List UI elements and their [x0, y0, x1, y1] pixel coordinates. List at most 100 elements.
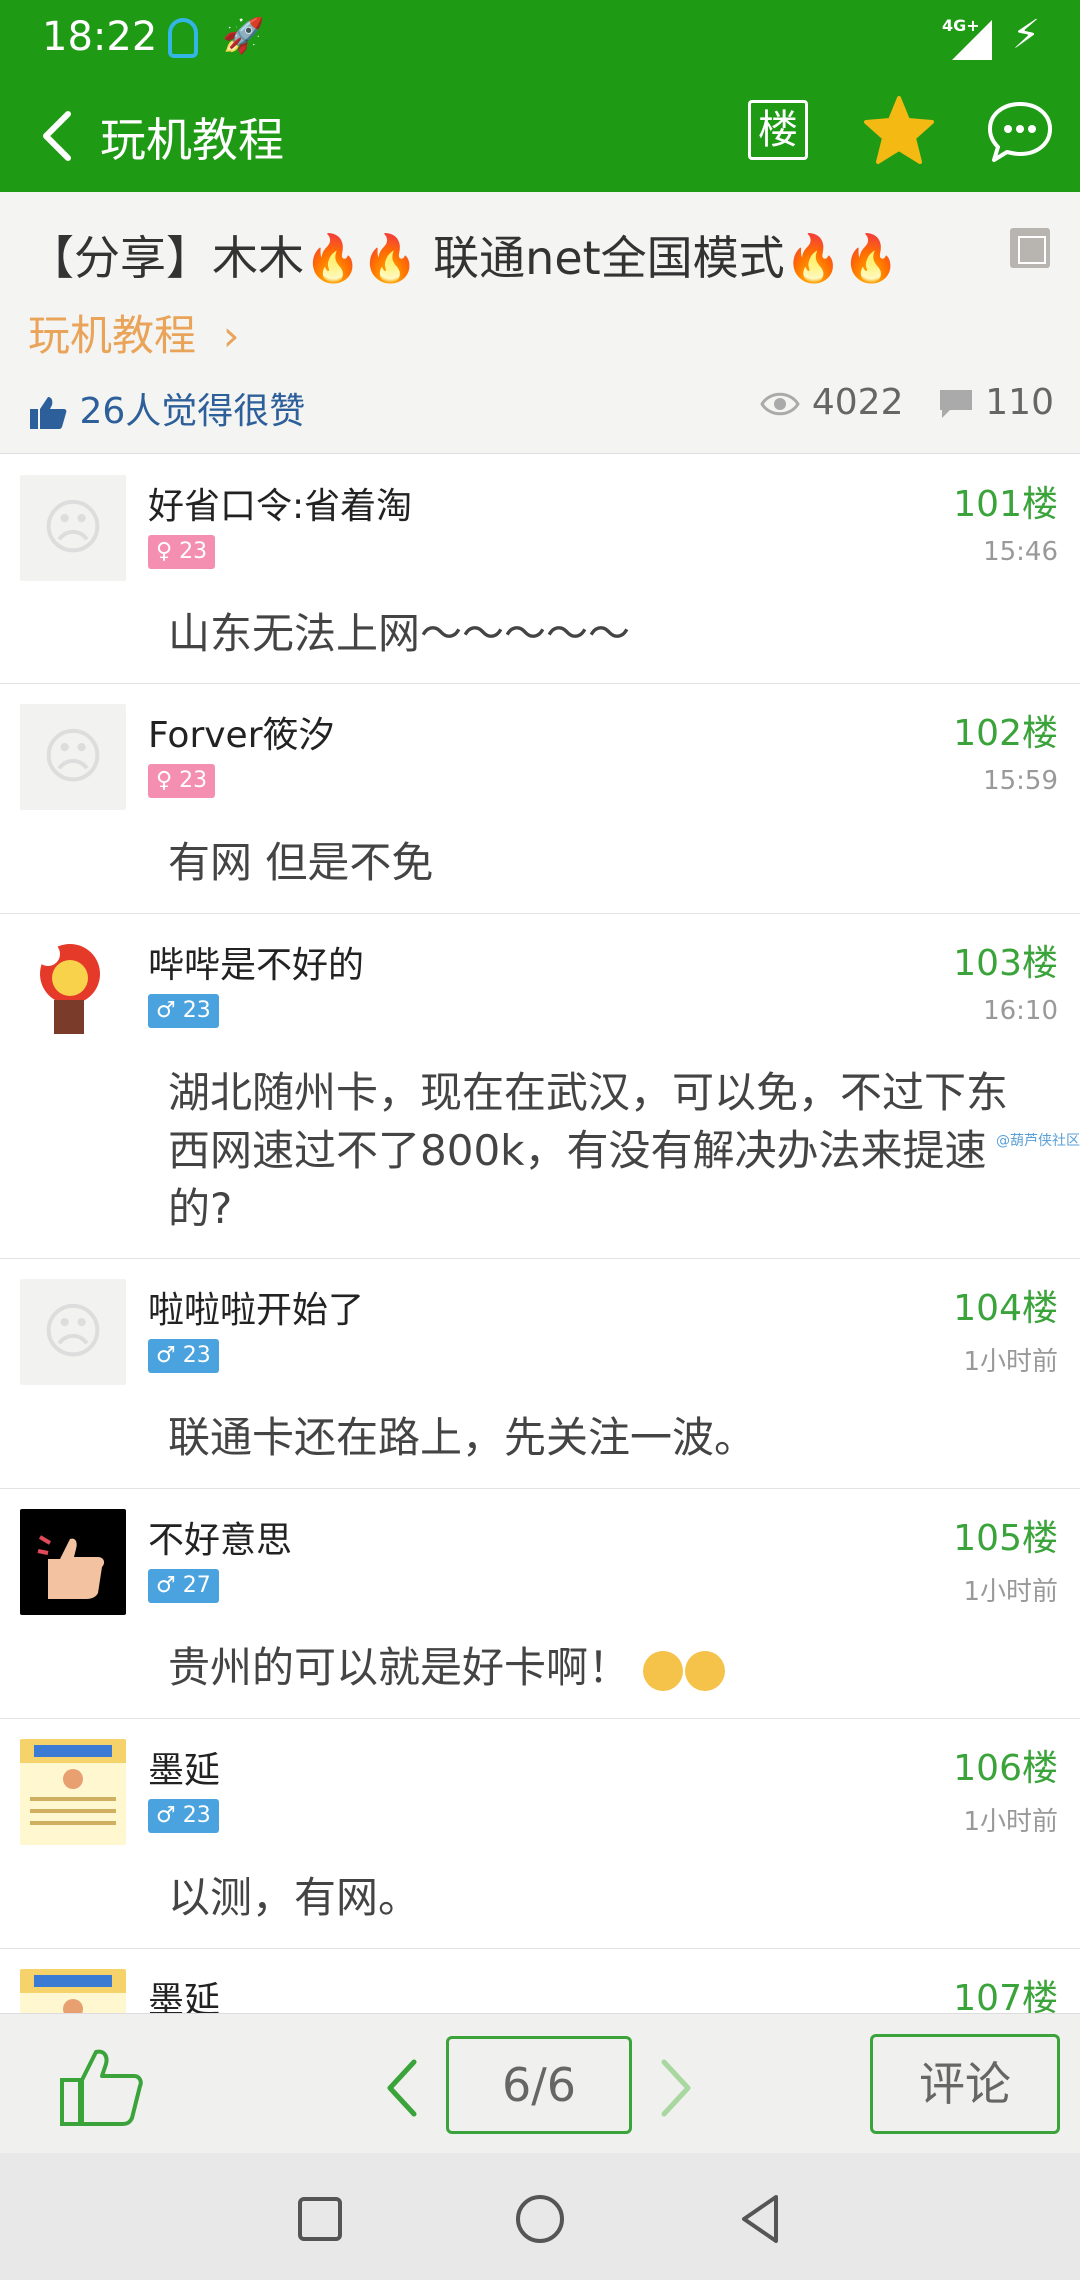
page-indicator[interactable]: 6/6 — [446, 2036, 632, 2134]
avatar[interactable] — [20, 934, 126, 1040]
recent-apps-button[interactable] — [298, 2197, 342, 2241]
image-icon[interactable] — [1010, 228, 1050, 268]
avatar[interactable] — [20, 1279, 126, 1385]
avatar[interactable] — [20, 475, 126, 581]
reply-item: 墨延 107楼 — [0, 1949, 1080, 2013]
reply-text: 贵州的可以就是好卡啊！ — [168, 1639, 1048, 1697]
reply-time: 15:59 — [983, 766, 1058, 796]
eye-icon — [760, 392, 801, 416]
avatar[interactable] — [20, 1739, 126, 1845]
post-info: 【分享】木木🔥🔥 联通net全国模式🔥🔥 玩机教程 › 26人觉得很赞 4022… — [0, 192, 1080, 454]
floor-number: 106楼 — [953, 1748, 1058, 1789]
username[interactable]: Forver筱汐 — [148, 706, 335, 758]
reply-time: 16:10 — [983, 996, 1058, 1026]
gender-age-badge: ♂ 23 — [148, 1799, 219, 1833]
category-link[interactable]: 玩机教程 › — [28, 302, 240, 363]
reply-list[interactable]: 好省口令:省着淘 ♀ 23 101楼 15:46 山东无法上网～～～～～ For… — [0, 455, 1080, 2013]
chevron-right-icon: › — [209, 311, 240, 360]
poster-avatar-image — [20, 1969, 126, 2013]
floor-number: 107楼 — [953, 1978, 1058, 2013]
qq-notification-icon — [168, 18, 198, 58]
comments-count: 110 — [985, 382, 1054, 423]
age-label: 23 — [182, 998, 211, 1023]
age-label: 23 — [182, 1343, 211, 1368]
likes-row[interactable]: 26人觉得很赞 — [28, 382, 305, 434]
gender-age-badge: ♂ 23 — [148, 994, 219, 1028]
like-thumb-icon[interactable] — [56, 2040, 146, 2130]
post-title: 【分享】木木🔥🔥 联通net全国模式🔥🔥 — [28, 231, 900, 285]
gender-female-icon: ♀ — [156, 768, 173, 793]
likes-text: 26人觉得很赞 — [79, 391, 306, 432]
reply-item: 不好意思 ♂ 27 105楼 1小时前 贵州的可以就是好卡啊！ — [0, 1489, 1080, 1719]
signal-icon — [952, 20, 992, 60]
poster-avatar-image — [20, 1739, 126, 1825]
app-header: 玩机教程 楼 — [0, 80, 1080, 192]
back-arrow-icon[interactable] — [34, 102, 94, 170]
category-label: 玩机教程 — [28, 311, 197, 360]
username[interactable]: 好省口令:省着淘 — [148, 477, 412, 529]
age-label: 23 — [179, 539, 208, 564]
thumbs-up-icon — [30, 397, 67, 429]
reply-time: 1小时前 — [963, 1807, 1058, 1837]
age-label: 23 — [179, 768, 208, 793]
prev-page-icon[interactable] — [378, 2056, 428, 2120]
reply-text: 湖北随州卡，现在在武汉，可以免，不过下东西网速过不了800k，有没有解决办法来提… — [168, 1068, 1009, 1233]
reply-item: 墨延 ♂ 23 106楼 1小时前 以测，有网。 — [0, 1719, 1080, 1949]
reply-item: 哔哔是不好的 ♂ 23 103楼 16:10 湖北随州卡，现在在武汉，可以免，不… — [0, 914, 1080, 1259]
reply-time: 1小时前 — [963, 1347, 1058, 1377]
avatar[interactable] — [20, 1509, 126, 1615]
post-stats: 4022 110 — [760, 382, 1054, 423]
avatar[interactable] — [20, 704, 126, 810]
emoji-icon — [643, 1650, 684, 1691]
reply-text: 联通卡还在路上，先关注一波。 — [168, 1413, 757, 1462]
status-bar: 18:22 🚀 4G+ ⚡ — [0, 0, 1080, 80]
back-triangle-icon[interactable] — [736, 2191, 786, 2247]
home-button[interactable] — [516, 2195, 564, 2243]
chat-bubble-icon[interactable] — [986, 98, 1054, 166]
reply-text: 有网 但是不免 — [168, 838, 434, 887]
gender-male-icon: ♂ — [156, 1573, 176, 1598]
comment-button[interactable]: 评论 — [870, 2034, 1060, 2134]
watermark: @葫芦侠社区 — [996, 1133, 1080, 1149]
floor-number: 104楼 — [953, 1288, 1058, 1329]
username[interactable]: 墨延 — [148, 1741, 220, 1793]
age-label: 23 — [182, 1803, 211, 1828]
reply-item: 啦啦啦开始了 ♂ 23 104楼 1小时前 联通卡还在路上，先关注一波。 — [0, 1259, 1080, 1489]
cartoon-avatar-image — [36, 942, 100, 1034]
reply-time: 15:46 — [983, 537, 1058, 567]
floor-number: 103楼 — [953, 943, 1058, 984]
emoji-icon — [685, 1650, 726, 1691]
username[interactable]: 哔哔是不好的 — [148, 936, 364, 988]
gender-male-icon: ♂ — [156, 1803, 176, 1828]
age-label: 27 — [182, 1573, 211, 1598]
username[interactable]: 啦啦啦开始了 — [148, 1281, 364, 1333]
status-time: 18:22 — [42, 14, 158, 60]
gender-male-icon: ♂ — [156, 998, 176, 1023]
reply-text: 以测，有网。 — [168, 1873, 421, 1922]
reply-item: Forver筱汐 ♀ 23 102楼 15:59 有网 但是不免 — [0, 684, 1080, 914]
floor-number: 101楼 — [953, 484, 1058, 525]
rocket-icon: 🚀 — [222, 16, 265, 56]
gender-male-icon: ♂ — [156, 1343, 176, 1368]
thumbs-up-avatar-image — [37, 1535, 105, 1599]
gender-age-badge: ♂ 23 — [148, 1339, 219, 1373]
comment-icon — [939, 390, 972, 418]
gender-age-badge: ♀ 23 — [148, 764, 216, 798]
header-title: 玩机教程 — [100, 113, 284, 167]
username[interactable]: 不好意思 — [148, 1511, 292, 1563]
system-nav-bar — [0, 2153, 1080, 2280]
charging-icon: ⚡ — [1012, 12, 1041, 58]
gender-age-badge: ♀ 23 — [148, 535, 216, 569]
next-page-icon[interactable] — [650, 2056, 700, 2120]
floor-jump-button[interactable]: 楼 — [748, 100, 808, 160]
favorite-star-icon[interactable] — [862, 94, 936, 168]
floor-number: 105楼 — [953, 1518, 1058, 1559]
reply-text-content: 贵州的可以就是好卡啊！ — [168, 1643, 631, 1692]
reply-item: 好省口令:省着淘 ♀ 23 101楼 15:46 山东无法上网～～～～～ — [0, 455, 1080, 684]
floor-number: 102楼 — [953, 713, 1058, 754]
bottom-action-bar: 6/6 评论 — [0, 2013, 1080, 2153]
username[interactable]: 墨延 — [148, 1971, 220, 2013]
avatar[interactable] — [20, 1969, 126, 2013]
reply-time: 1小时前 — [963, 1577, 1058, 1607]
views-count: 4022 — [811, 382, 904, 423]
